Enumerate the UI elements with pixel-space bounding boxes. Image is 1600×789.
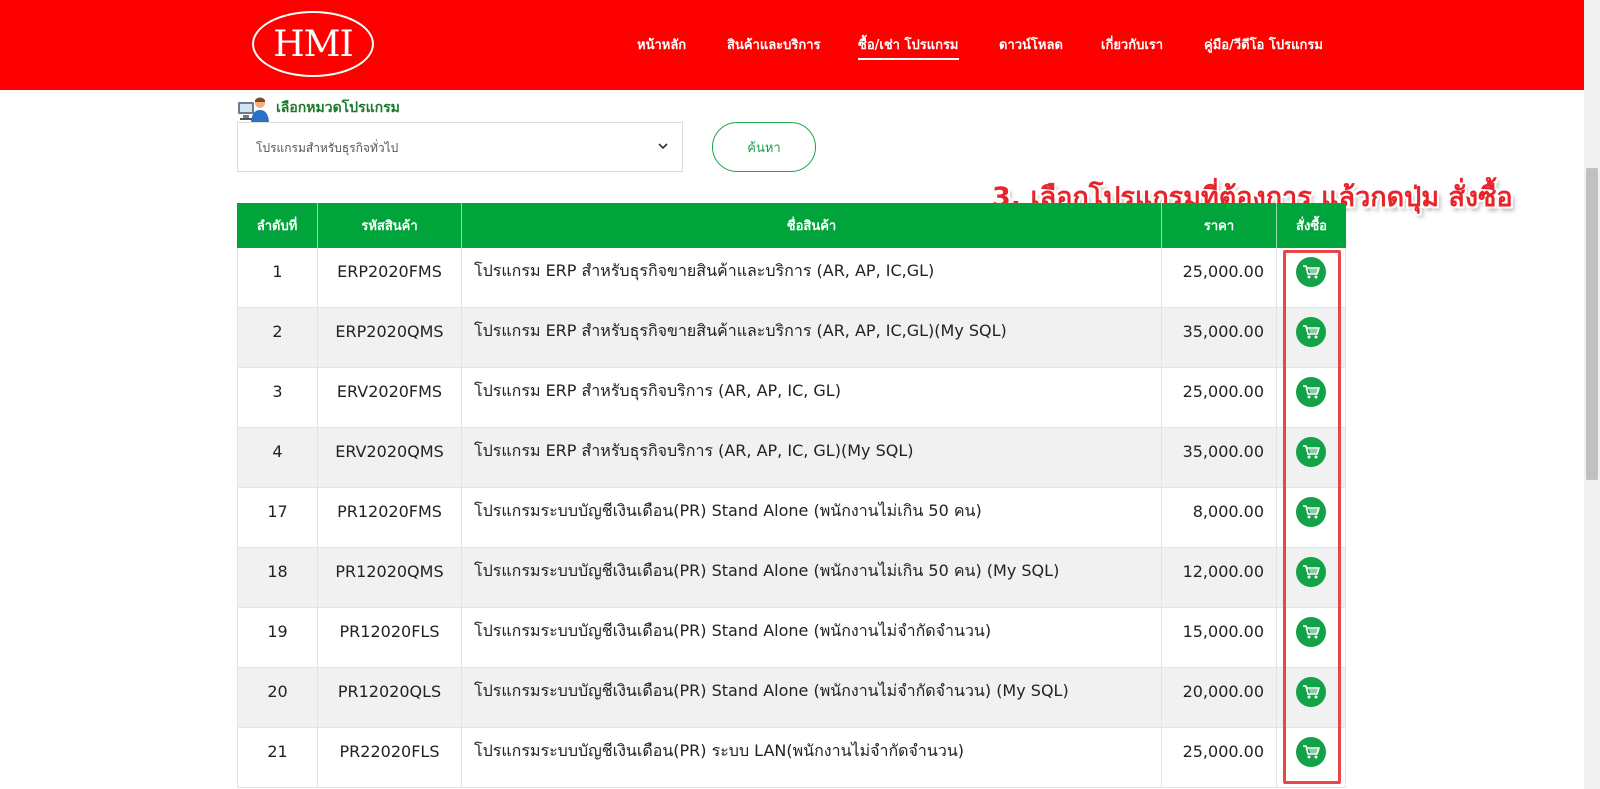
table-row: 21 PR22020FLS โปรแกรมระบบบัญชีเงินเดือน(PR… <box>237 728 1346 788</box>
row-name: โปรแกรมระบบบัญชีเงินเดือน(PR) Stand Alon… <box>462 608 1162 667</box>
cart-icon <box>1303 684 1320 698</box>
main-nav: หน้าหลัก สินค้าและบริการ ซื้อ/เช่า โปรแก… <box>0 34 1584 60</box>
cart-icon <box>1303 264 1320 278</box>
table-row: 1 ERP2020FMS โปรแกรม ERP สำหรับธุรกิจขายสิ… <box>237 248 1346 308</box>
user-computer-icon <box>238 97 269 122</box>
order-cart-button[interactable] <box>1296 436 1326 467</box>
row-no: 18 <box>237 548 318 607</box>
nav-about-us[interactable]: เกี่ยวกับเรา <box>1101 34 1163 55</box>
table-row: 20 PR12020QLS โปรแกรมระบบบัญชีเงินเดือน(PR… <box>237 668 1346 728</box>
scrollbar-thumb[interactable] <box>1586 168 1598 480</box>
row-name: โปรแกรมระบบบัญชีเงินเดือน(PR) Stand Alon… <box>462 548 1162 607</box>
table-row: 17 PR12020FMS โปรแกรมระบบบัญชีเงินเดือน(PR… <box>237 488 1346 548</box>
row-price: 35,000.00 <box>1162 308 1277 367</box>
row-code: PR12020FLS <box>318 608 462 667</box>
row-no: 4 <box>237 428 318 487</box>
chevron-down-icon <box>658 143 668 150</box>
row-price: 25,000.00 <box>1162 248 1277 307</box>
category-label: เลือกหมวดโปรแกรม <box>276 100 400 116</box>
table-body: 1 ERP2020FMS โปรแกรม ERP สำหรับธุรกิจขายสิ… <box>237 248 1346 788</box>
row-order <box>1277 428 1346 487</box>
table-header: ลำดับที่ รหัสสินค้า ชื่อสินค้า ราคา สั่ง… <box>237 203 1346 248</box>
row-name: โปรแกรม ERP สำหรับธุรกิจขายสินค้าและบริก… <box>462 248 1162 307</box>
cart-icon <box>1303 564 1320 578</box>
row-code: ERV2020QMS <box>318 428 462 487</box>
row-code: ERP2020FMS <box>318 248 462 307</box>
site-header: HMI หน้าหลัก สินค้าและบริการ ซื้อ/เช่า โ… <box>0 0 1584 90</box>
cart-icon <box>1303 504 1320 518</box>
nav-manual-video[interactable]: คู่มือ/วีดีโอ โปรแกรม <box>1204 34 1323 55</box>
order-cart-button[interactable] <box>1296 736 1326 767</box>
row-price: 25,000.00 <box>1162 368 1277 427</box>
order-cart-button[interactable] <box>1296 376 1326 407</box>
row-code: PR12020QLS <box>318 668 462 727</box>
header-code: รหัสสินค้า <box>318 203 462 248</box>
row-no: 19 <box>237 608 318 667</box>
row-code: PR12020FMS <box>318 488 462 547</box>
row-code: PR22020FLS <box>318 728 462 787</box>
order-cart-button[interactable] <box>1296 616 1326 647</box>
row-name: โปรแกรมระบบบัญชีเงินเดือน(PR) ระบบ LAN(พ… <box>462 728 1162 787</box>
row-price: 12,000.00 <box>1162 548 1277 607</box>
cart-icon <box>1303 744 1320 758</box>
table-row: 18 PR12020QMS โปรแกรมระบบบัญชีเงินเดือน(PR… <box>237 548 1346 608</box>
row-name: โปรแกรมระบบบัญชีเงินเดือน(PR) Stand Alon… <box>462 668 1162 727</box>
row-price: 25,000.00 <box>1162 728 1277 787</box>
header-no: ลำดับที่ <box>237 203 318 248</box>
order-cart-button[interactable] <box>1296 676 1326 707</box>
table-row: 4 ERV2020QMS โปรแกรม ERP สำหรับธุรกิจบริกา… <box>237 428 1346 488</box>
row-price: 8,000.00 <box>1162 488 1277 547</box>
row-price: 35,000.00 <box>1162 428 1277 487</box>
table-row: 3 ERV2020FMS โปรแกรม ERP สำหรับธุรกิจบริกา… <box>237 368 1346 428</box>
row-no: 20 <box>237 668 318 727</box>
row-no: 2 <box>237 308 318 367</box>
nav-products-services[interactable]: สินค้าและบริการ <box>727 34 821 55</box>
order-cart-button[interactable] <box>1296 256 1326 287</box>
row-order <box>1277 548 1346 607</box>
row-code: ERP2020QMS <box>318 308 462 367</box>
cart-icon <box>1303 324 1320 338</box>
order-cart-button[interactable] <box>1296 556 1326 587</box>
header-price: ราคา <box>1162 203 1277 248</box>
row-order <box>1277 368 1346 427</box>
row-order <box>1277 308 1346 367</box>
header-name: ชื่อสินค้า <box>462 203 1162 248</box>
product-table: ลำดับที่ รหัสสินค้า ชื่อสินค้า ราคา สั่ง… <box>237 203 1346 788</box>
row-no: 21 <box>237 728 318 787</box>
cart-icon <box>1303 444 1320 458</box>
row-name: โปรแกรมระบบบัญชีเงินเดือน(PR) Stand Alon… <box>462 488 1162 547</box>
row-no: 17 <box>237 488 318 547</box>
row-order <box>1277 488 1346 547</box>
category-select[interactable]: โปรแกรมสำหรับธุรกิจทั่วไป <box>237 122 683 172</box>
row-name: โปรแกรม ERP สำหรับธุรกิจบริการ (AR, AP, … <box>462 368 1162 427</box>
row-name: โปรแกรม ERP สำหรับธุรกิจขายสินค้าและบริก… <box>462 308 1162 367</box>
search-button[interactable]: ค้นหา <box>712 122 816 172</box>
nav-buy-rent-program[interactable]: ซื้อ/เช่า โปรแกรม <box>858 34 959 60</box>
cart-icon <box>1303 624 1320 638</box>
row-price: 20,000.00 <box>1162 668 1277 727</box>
nav-download[interactable]: ดาวน์โหลด <box>999 34 1063 55</box>
row-order <box>1277 608 1346 667</box>
row-order <box>1277 248 1346 307</box>
nav-home[interactable]: หน้าหลัก <box>637 34 686 55</box>
table-row: 19 PR12020FLS โปรแกรมระบบบัญชีเงินเดือน(PR… <box>237 608 1346 668</box>
order-cart-button[interactable] <box>1296 316 1326 347</box>
row-code: ERV2020FMS <box>318 368 462 427</box>
row-name: โปรแกรม ERP สำหรับธุรกิจบริการ (AR, AP, … <box>462 428 1162 487</box>
order-cart-button[interactable] <box>1296 496 1326 527</box>
row-price: 15,000.00 <box>1162 608 1277 667</box>
cart-icon <box>1303 384 1320 398</box>
category-select-value: โปรแกรมสำหรับธุรกิจทั่วไป <box>256 141 399 155</box>
table-row: 2 ERP2020QMS โปรแกรม ERP สำหรับธุรกิจขายสิ… <box>237 308 1346 368</box>
row-no: 3 <box>237 368 318 427</box>
row-code: PR12020QMS <box>318 548 462 607</box>
header-order: สั่งซื้อ <box>1296 219 1327 234</box>
row-order <box>1277 728 1346 787</box>
row-no: 1 <box>237 248 318 307</box>
row-order <box>1277 668 1346 727</box>
